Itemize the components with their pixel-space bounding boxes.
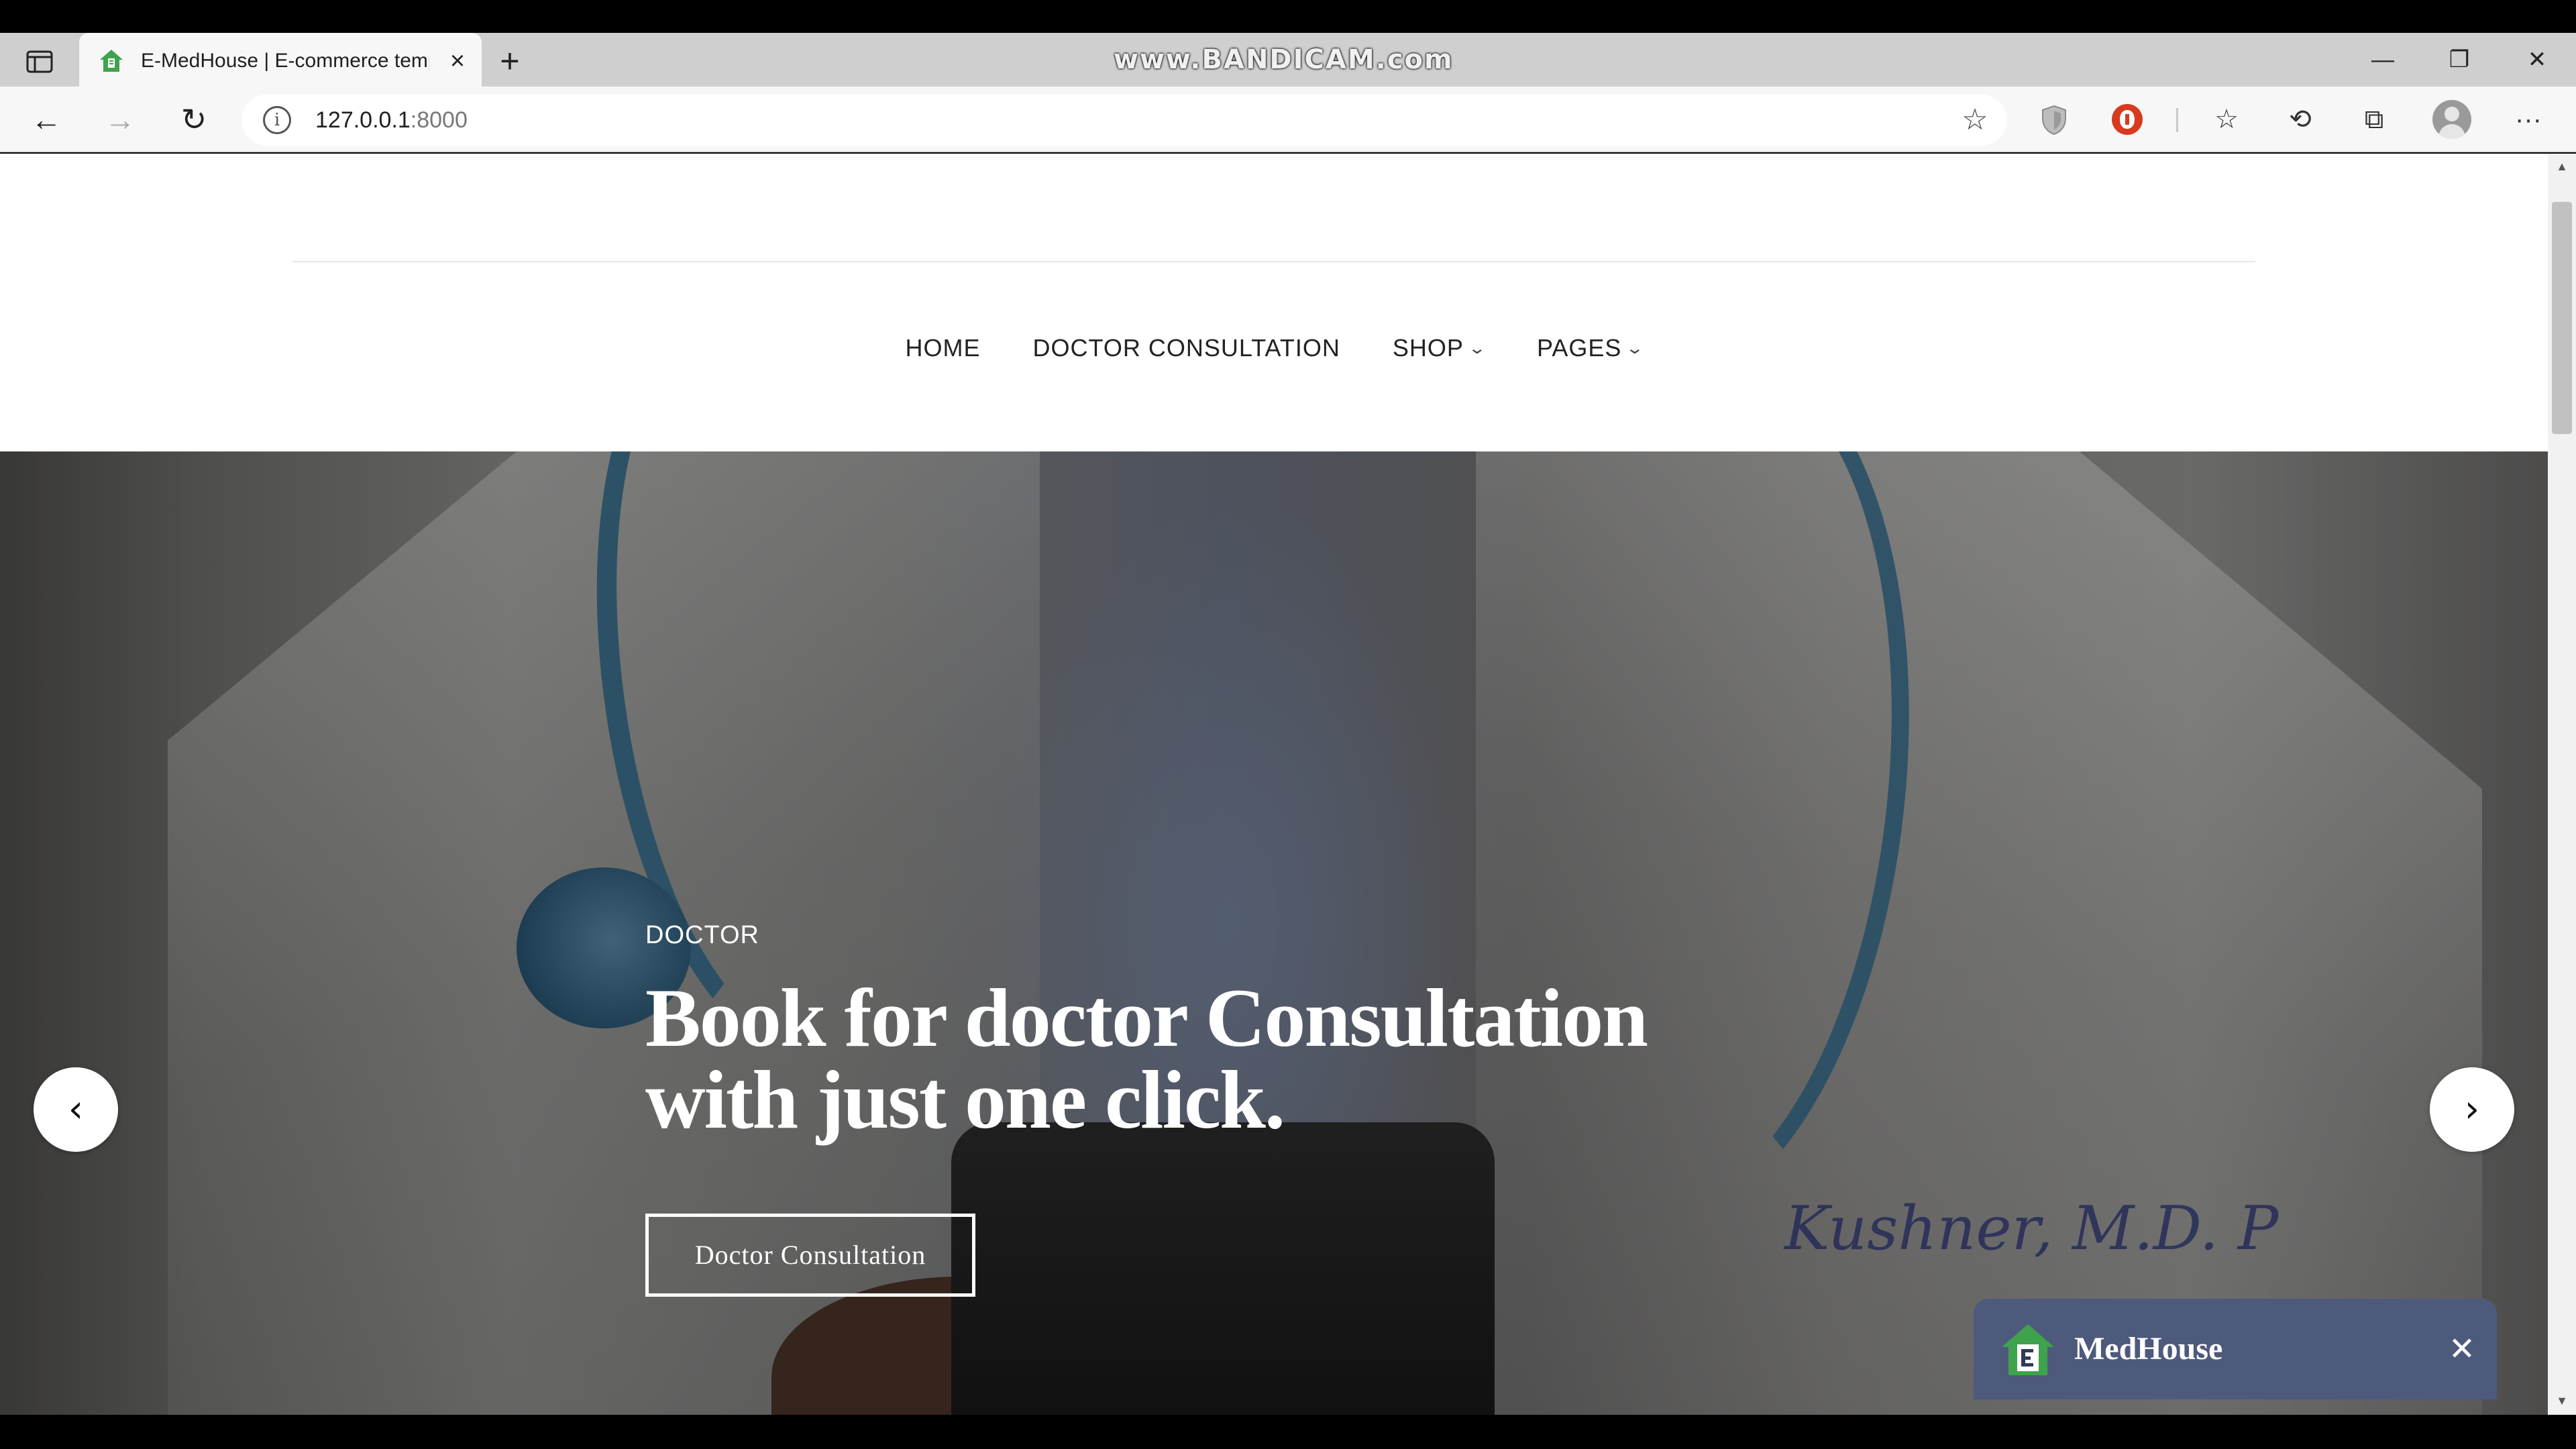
tab-close-icon[interactable]: × [443,46,472,76]
add-favorite-icon[interactable]: ☆ [1959,104,1991,136]
chat-close-icon[interactable]: ✕ [2443,1331,2481,1368]
site-info-icon[interactable]: i [263,106,291,134]
chevron-down-icon: ⌄ [1467,339,1488,358]
history-icon[interactable]: ⟲ [2281,100,2320,139]
scroll-up-icon[interactable]: ▲ [2555,159,2569,174]
page-viewport: HOME DOCTOR CONSULTATION SHOP ⌄ PAGES ⌄ Ku… [0,154,2548,1415]
more-options-icon[interactable]: ··· [2509,100,2548,139]
nav-doctor-consultation-label: DOCTOR CONSULTATION [1032,334,1340,362]
nav-doctor-consultation[interactable]: DOCTOR CONSULTATION [1033,334,1340,362]
restore-window-icon[interactable]: ❐ [2439,42,2479,77]
chat-widget[interactable]: MedHouse ✕ [1974,1299,2497,1399]
url-port: :8000 [410,107,468,133]
screen-top-strip [0,0,2576,33]
hero-slider: Kushner, M.D. P DOCTOR Book for doctor C… [0,451,2548,1415]
chat-brand-name: MedHouse [2074,1331,2223,1366]
main-nav: HOME DOCTOR CONSULTATION SHOP ⌄ PAGES ⌄ [0,315,2548,382]
tab-actions-icon[interactable] [24,46,55,77]
nav-pages[interactable]: PAGES ⌄ [1537,334,1646,362]
browser-toolbar: ← → ↻ i 127.0.0.1:8000 ☆ ☆ ⟲ ⧉ ··· [0,87,2576,152]
address-bar[interactable]: i 127.0.0.1:8000 ☆ [241,95,2007,146]
close-window-icon[interactable]: ✕ [2517,42,2557,77]
hero-title-line1: Book for doctor Consultation [645,972,1648,1064]
hero-kicker: DOCTOR [645,921,759,949]
page-scrollbar[interactable]: ▲ ▼ [2548,154,2576,1415]
nav-pages-label: PAGES [1537,334,1622,362]
url-host: 127.0.0.1 [315,107,411,133]
medhouse-favicon-icon [98,48,125,74]
header-divider [292,261,2255,262]
medhouse-logo-icon [1999,1322,2057,1379]
scroll-thumb[interactable] [2552,202,2572,434]
doctor-consultation-button[interactable]: Doctor Consultation [645,1214,975,1297]
minimize-window-icon[interactable]: — [2363,42,2403,77]
refresh-icon[interactable]: ↻ [174,100,213,139]
collections-icon[interactable]: ⧉ [2355,100,2394,139]
slider-prev-icon[interactable]: ‹ [34,1067,118,1152]
browser-tab-bar: E-MedHouse | E-commerce temp × + www.BAN… [0,33,2576,87]
favorites-icon[interactable]: ☆ [2207,100,2246,139]
forward-icon[interactable]: → [101,100,140,139]
hero-title: Book for doctor Consultation with just on… [645,977,1652,1142]
nav-home-label: HOME [905,334,981,362]
back-icon[interactable]: ← [27,100,66,139]
recorder-watermark: www.BANDICAM.com [1114,44,1454,75]
new-tab-icon[interactable]: + [494,44,526,78]
nav-home[interactable]: HOME [906,334,981,362]
nav-shop[interactable]: SHOP ⌄ [1392,334,1488,362]
url-text[interactable]: 127.0.0.1:8000 [315,104,468,136]
chevron-down-icon: ⌄ [1625,339,1646,358]
extension-red-icon[interactable] [2112,104,2143,135]
browser-tab-active[interactable]: E-MedHouse | E-commerce temp × [79,33,482,87]
hero-title-line2: with just one click. [645,1054,1285,1146]
tab-title: E-MedHouse | E-commerce temp [141,50,429,72]
profile-avatar-icon[interactable] [2432,100,2471,139]
extension-shield-icon[interactable] [2039,104,2069,136]
screen-bottom-strip [0,1415,2576,1449]
scroll-down-icon[interactable]: ▼ [2555,1393,2569,1408]
toolbar-separator [2176,108,2178,132]
hero-dark-overlay [0,451,2548,1415]
slider-next-icon[interactable]: › [2430,1067,2514,1152]
nav-shop-label: SHOP [1392,334,1464,362]
